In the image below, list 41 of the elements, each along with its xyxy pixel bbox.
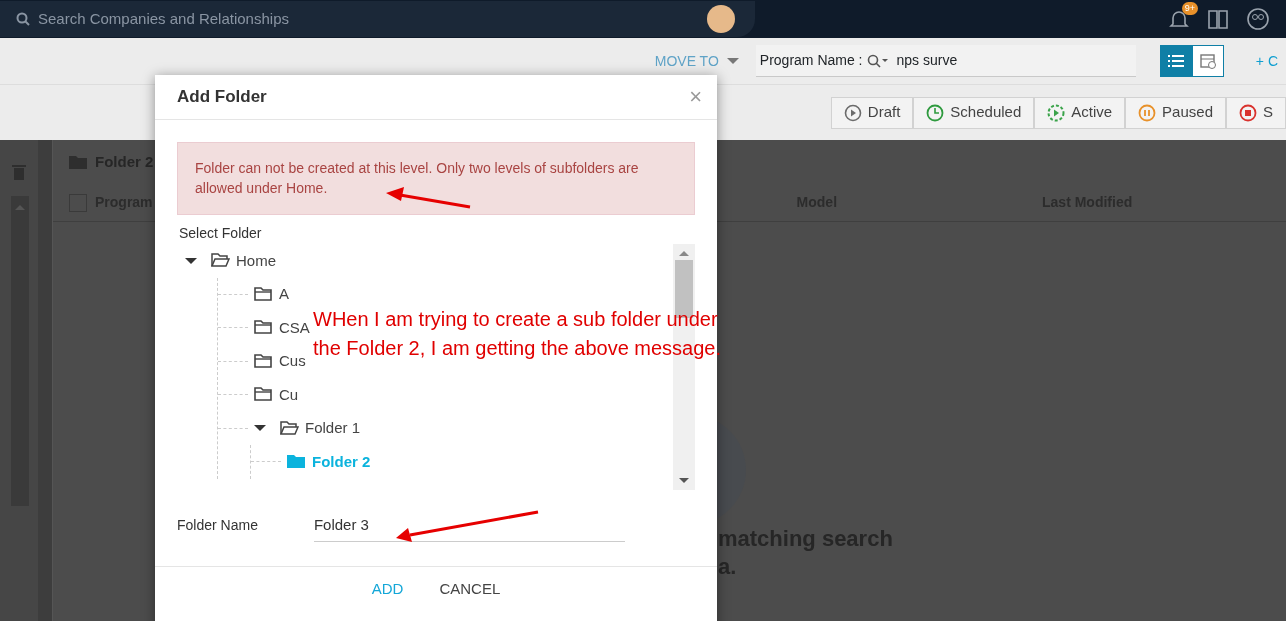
status-filter-button[interactable]: Scheduled bbox=[913, 96, 1035, 129]
caret-icon[interactable] bbox=[185, 256, 197, 265]
folder-icon bbox=[254, 387, 273, 403]
caret-icon[interactable] bbox=[254, 424, 266, 433]
avatar-icon[interactable] bbox=[707, 5, 735, 33]
folder-icon bbox=[287, 454, 306, 470]
tree-item[interactable]: CSA bbox=[279, 316, 310, 339]
folder-icon bbox=[254, 286, 273, 302]
tree-item[interactable]: Folder 1 bbox=[305, 417, 361, 440]
calendar-view-toggle[interactable] bbox=[1191, 45, 1224, 77]
error-alert: Folder can not be created at this level. Only two levels of subfolders are allowed under Home. bbox=[177, 142, 695, 215]
trash-icon bbox=[12, 164, 26, 180]
caret-icon bbox=[726, 57, 739, 65]
status-filter-button[interactable]: S bbox=[1226, 96, 1286, 129]
scrollbar[interactable] bbox=[11, 196, 29, 506]
tree-item[interactable]: A bbox=[279, 283, 289, 306]
folder-icon bbox=[254, 320, 273, 336]
tree-item[interactable]: Cu bbox=[279, 383, 299, 406]
folder-icon bbox=[254, 353, 273, 369]
status-filter-button[interactable]: Paused bbox=[1125, 96, 1226, 129]
tree-item[interactable]: Cus bbox=[279, 350, 306, 373]
tree-item[interactable]: Home bbox=[236, 249, 276, 272]
list-view-toggle[interactable] bbox=[1159, 45, 1192, 77]
folder-icon bbox=[69, 155, 87, 169]
folder-icon bbox=[280, 420, 299, 436]
search-icon bbox=[16, 12, 30, 26]
cancel-button[interactable]: CANCEL bbox=[433, 576, 507, 602]
search-field[interactable]: Search Companies and Relationships bbox=[0, 1, 755, 37]
search-icon bbox=[866, 53, 889, 68]
calendar-icon bbox=[1199, 53, 1216, 69]
field-label: Folder Name bbox=[177, 516, 258, 536]
field-label: Select Folder bbox=[179, 224, 263, 243]
dialog-title: Add Folder bbox=[177, 86, 267, 109]
status-filter-button[interactable]: Active bbox=[1034, 96, 1126, 129]
folder-icon bbox=[211, 253, 230, 269]
people-icon[interactable] bbox=[1246, 7, 1270, 31]
book-icon[interactable] bbox=[1206, 7, 1230, 31]
program-name-filter[interactable]: Program Name : nps surve bbox=[755, 45, 1136, 77]
notification-badge: 9+ bbox=[1181, 2, 1198, 15]
status-filter-button[interactable]: Draft bbox=[830, 96, 914, 129]
list-icon bbox=[1167, 54, 1184, 68]
